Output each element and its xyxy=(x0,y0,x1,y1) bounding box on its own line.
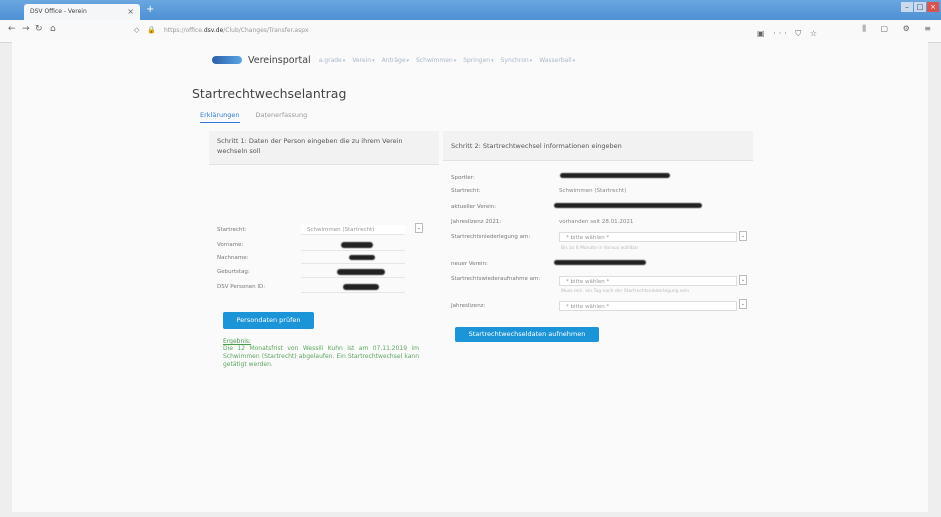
redaction xyxy=(349,255,375,260)
chevron-down-icon[interactable]: ⌄ xyxy=(739,275,747,285)
dsv-logo xyxy=(212,56,242,64)
menu-item-verein[interactable]: Verein▾ xyxy=(352,57,374,64)
window-controls: – □ × xyxy=(901,2,939,12)
chevron-down-icon[interactable]: ⌄ xyxy=(739,299,747,309)
redaction xyxy=(337,269,385,275)
jahreslizenz-2021-value: vorhanden seit 28.01.2021 xyxy=(559,219,634,225)
label-sportler: Sportler: xyxy=(451,175,475,181)
maximize-button[interactable]: □ xyxy=(914,2,926,12)
menu-item-antraege[interactable]: Anträge▾ xyxy=(382,57,409,64)
persondaten-pruefen-button[interactable]: Persondaten prüfen xyxy=(223,312,314,329)
home-icon[interactable]: ⌂ xyxy=(50,24,56,34)
tab-title: DSV Office - Verein xyxy=(30,8,87,15)
new-tab-icon[interactable]: + xyxy=(146,4,154,16)
forward-icon[interactable]: → xyxy=(22,24,30,34)
chevron-down-icon[interactable]: ⌄ xyxy=(415,223,423,233)
hint-niederlegung: Bis zu 6 Monate in Voraus wählbar xyxy=(561,246,639,251)
sub-tabs: Erklärungen Datenerfassung xyxy=(200,111,307,123)
step1-card: Schritt 1: Daten der Person eingeben die… xyxy=(209,131,439,368)
result-title: Ergebnis: xyxy=(223,338,252,345)
redaction xyxy=(554,203,702,208)
back-icon[interactable]: ← xyxy=(8,24,16,34)
step2-header: Schritt 2: Startrechtwechsel information… xyxy=(443,131,753,161)
toolbar-icons[interactable]: ⫼ ▢ ⚙ ≡ xyxy=(862,24,937,34)
tab-close-icon[interactable]: × xyxy=(127,4,134,20)
caret-icon: ▾ xyxy=(453,57,457,64)
menu-item-wasserball[interactable]: Wasserball▾ xyxy=(539,57,575,64)
label-personen-id: DSV Personen ID: xyxy=(217,284,266,290)
menu-item-springen[interactable]: Springen▾ xyxy=(463,57,493,64)
hint-wiederaufnahme: Muss min. ein Tag nach der Startrechtsni… xyxy=(561,289,690,294)
caret-icon: ▾ xyxy=(342,57,346,64)
shield-icon: ◇ xyxy=(134,26,140,34)
label-aktueller-verein: aktueller Verein: xyxy=(451,204,497,210)
tab-datenerfassung[interactable]: Datenerfassung xyxy=(256,111,308,123)
menu-item-schwimmen[interactable]: Schwimmen▾ xyxy=(416,57,456,64)
startrechtwechseldaten-aufnehmen-button[interactable]: Startrechtwechseldaten aufnehmen xyxy=(455,327,599,342)
label-vorname: Vorname: xyxy=(217,242,244,248)
brand-title[interactable]: Vereinsportal xyxy=(248,55,311,66)
label-jahreslizenz-2021: Jahreslizenz 2021: xyxy=(451,219,502,225)
minimize-button[interactable]: – xyxy=(901,2,913,12)
menu-item-synchron[interactable]: Synchron▾ xyxy=(501,57,533,64)
page-content: Vereinsportal a.grade▾ Verein▾ Anträge▾ … xyxy=(12,42,928,512)
caret-icon: ▾ xyxy=(372,57,375,64)
result-text: Die 12 Monatsfrist von Wessili Kuhn ist … xyxy=(223,345,419,368)
close-window-button[interactable]: × xyxy=(927,2,939,12)
url-path: /Club/Changes/Transfer.aspx xyxy=(223,27,309,34)
label-geburtstag: Geburtstag: xyxy=(217,269,250,275)
lock-icon: 🔒 xyxy=(147,26,157,34)
redaction xyxy=(554,260,646,265)
step1-header: Schritt 1: Daten der Person eingeben die… xyxy=(209,131,439,165)
page-actions-icons[interactable]: ▣ ··· ⛉ ☆ xyxy=(757,26,820,41)
wiederaufnahme-select[interactable]: * bitte wählen * xyxy=(559,276,737,286)
browser-tab-bar: DSV Office - Verein × + – □ × xyxy=(0,0,941,20)
chevron-down-icon[interactable]: ⌄ xyxy=(739,231,747,241)
caret-icon: ▾ xyxy=(529,57,533,64)
jahreslizenz-select[interactable]: * bitte wählen * xyxy=(559,301,737,311)
step2-card: Schritt 2: Startrechtwechsel information… xyxy=(443,131,753,356)
url-bar[interactable]: ◇ 🔒 https://office.dsv.de/Club/Changes/T… xyxy=(134,23,820,38)
redaction xyxy=(560,173,670,178)
label-wiederaufnahme: Startrechtswiederaufnahme am: xyxy=(451,276,541,282)
reload-icon[interactable]: ↻ xyxy=(35,24,43,34)
tab-erklaerungen[interactable]: Erklärungen xyxy=(200,111,240,123)
label-startrecht: Startrecht: xyxy=(217,227,247,233)
url-prefix: https://office. xyxy=(163,27,204,34)
niederlegung-select[interactable]: * bitte wählen * xyxy=(559,232,737,242)
redaction xyxy=(341,242,373,248)
label-neuer-verein: neuer Verein: xyxy=(451,261,488,267)
startrecht-select[interactable]: Schwimmen (Startrecht) xyxy=(301,225,405,235)
page-title: Startrechtwechselantrag xyxy=(192,86,347,101)
caret-icon: ▾ xyxy=(406,57,410,64)
redaction xyxy=(343,284,379,290)
caret-icon: ▾ xyxy=(491,57,494,64)
startrecht-value: Schwimmen (Startrecht) xyxy=(559,188,627,194)
label-jahreslizenz: Jahreslizenz: xyxy=(451,303,486,309)
browser-tab[interactable]: DSV Office - Verein × xyxy=(24,4,140,20)
url-domain: dsv.de xyxy=(203,27,224,34)
caret-icon: ▾ xyxy=(572,57,576,64)
label-nachname: Nachname: xyxy=(217,255,249,261)
label-startrecht: Startrecht: xyxy=(451,188,481,194)
menu-item-agrade[interactable]: a.grade▾ xyxy=(319,57,346,64)
top-menu: Vereinsportal a.grade▾ Verein▾ Anträge▾ … xyxy=(212,54,582,66)
browser-navbar: ← → ↻ ⌂ ◇ 🔒 https://office.dsv.de/Club/C… xyxy=(0,20,941,43)
label-niederlegung: Startrechtsniederlegung am: xyxy=(451,234,531,240)
